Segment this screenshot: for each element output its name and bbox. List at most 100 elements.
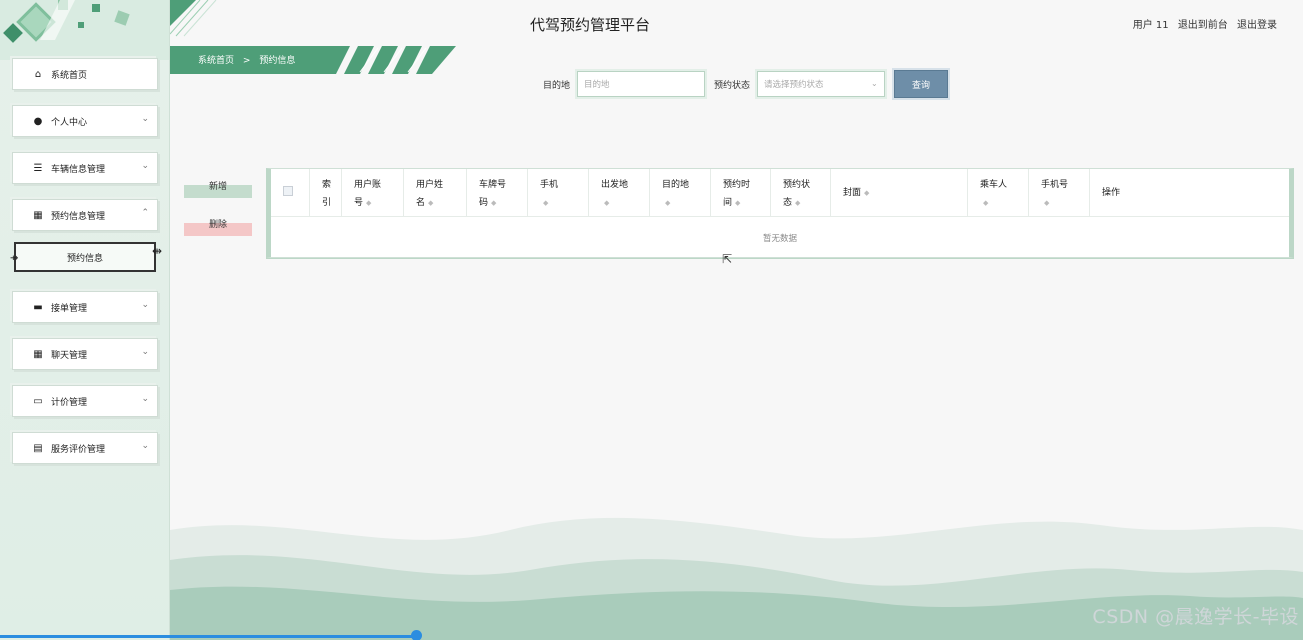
grid-icon: ▦ <box>33 209 43 221</box>
column-header-text: 预约状 <box>783 180 811 190</box>
video-progress-bar[interactable] <box>0 635 416 638</box>
column-header-text: 用户姓 <box>416 180 444 190</box>
sidebar-item-pricing-management[interactable]: ▭ 计价管理 ⌄ <box>12 385 158 417</box>
column-header-phone[interactable]: 手机 ◆ <box>528 169 589 217</box>
status-label: 预约状态 <box>714 81 751 91</box>
delete-button[interactable]: 删除 <box>184 212 252 236</box>
sort-icon: ◆ <box>795 199 801 207</box>
chevron-down-icon: ⌄ <box>141 114 149 124</box>
column-header-text: 态 <box>783 198 793 208</box>
sort-icon: ◆ <box>491 199 497 207</box>
column-header-text: 号 <box>354 198 364 208</box>
chevron-down-icon: ⌄ <box>141 347 149 357</box>
logout-link[interactable]: 退出登录 <box>1237 20 1277 31</box>
sidebar-item-service-review[interactable]: ▤ 服务评价管理 ⌄ <box>12 432 158 464</box>
column-header-text: 出发地 <box>601 180 629 190</box>
sidebar: ⌂ 系统首页 ● 个人中心 ⌄ ☰ 车辆信息管理 ⌄ ▦ 预约信息管理 ⌃ ⇸ … <box>0 0 170 640</box>
sidebar-item-vehicle-info[interactable]: ☰ 车辆信息管理 ⌄ <box>12 152 158 184</box>
sidebar-item-label: 个人中心 <box>51 117 88 128</box>
grid-icon: ▦ <box>33 348 43 360</box>
sidebar-item-home[interactable]: ⌂ 系统首页 <box>12 58 158 90</box>
booking-table: 索 引 用户账 号 ◆ 用户姓 名 ◆ 车牌号 码 ◆ 手机 ◆ 出发地 ◆ 目的地 … <box>266 168 1294 258</box>
column-header-plate-number[interactable]: 车牌号 码 ◆ <box>467 169 528 217</box>
column-header-user-account[interactable]: 用户账 号 ◆ <box>342 169 404 217</box>
video-progress-handle[interactable] <box>411 630 422 640</box>
sidebar-item-personal-center[interactable]: ● 个人中心 ⌄ <box>12 105 158 137</box>
clipboard-icon: ▤ <box>33 442 43 454</box>
column-header-passenger[interactable]: 乘车人 ◆ <box>968 169 1029 217</box>
sort-icon: ◆ <box>428 199 434 207</box>
column-header-text: 操作 <box>1102 188 1121 198</box>
header-decoration <box>170 0 217 37</box>
breadcrumb-home[interactable]: 系统首页 <box>198 56 234 66</box>
arrow-left-icon: ⇸ <box>10 253 19 264</box>
list-icon: ☰ <box>33 162 43 174</box>
table-header: 索 引 用户账 号 ◆ 用户姓 名 ◆ 车牌号 码 ◆ 手机 ◆ 出发地 ◆ 目的地 … <box>271 169 1289 217</box>
breadcrumb-separator: > <box>242 56 251 66</box>
current-user: 用户 11 <box>1132 20 1169 31</box>
column-header-text: 引 <box>322 198 332 208</box>
sort-icon: ◆ <box>1044 199 1050 207</box>
column-header-text: 车牌号 <box>479 180 507 190</box>
column-header-text: 用户账 <box>354 180 382 190</box>
column-header-text: 索 <box>322 180 332 190</box>
add-button[interactable]: 新增 <box>184 174 252 198</box>
watermark: CSDN @晨逸学长-毕设 <box>1092 606 1299 628</box>
column-header-text: 名 <box>416 198 426 208</box>
sidebar-item-label: 聊天管理 <box>51 350 88 361</box>
sidebar-item-order-management[interactable]: ▬ 接单管理 ⌄ <box>12 291 158 323</box>
status-select[interactable]: 请选择预约状态 <box>755 69 887 99</box>
chevron-down-icon: ⌄ <box>141 441 149 451</box>
logo-decoration <box>0 0 169 60</box>
sidebar-item-chat-management[interactable]: ▦ 聊天管理 ⌄ <box>12 338 158 370</box>
sidebar-item-label: 预约信息管理 <box>51 211 106 222</box>
sidebar-item-label: 系统首页 <box>51 70 88 81</box>
sort-icon: ◆ <box>543 199 549 207</box>
column-header-booking-time[interactable]: 预约时 间 ◆ <box>711 169 771 217</box>
column-header-text: 手机号 <box>1041 180 1069 190</box>
sort-icon: ◆ <box>665 199 671 207</box>
chevron-down-icon: ⌄ <box>141 300 149 310</box>
monitor-icon: ▬ <box>33 301 43 313</box>
chevron-down-icon: ⌄ <box>141 161 149 171</box>
destination-label: 目的地 <box>543 81 571 91</box>
home-icon: ⌂ <box>34 68 42 80</box>
sort-icon: ◆ <box>864 189 870 197</box>
column-header-phone-number[interactable]: 手机号 ◆ <box>1029 169 1090 217</box>
sidebar-subitem-label: 预约信息 <box>66 253 103 264</box>
sidebar-item-booking-management[interactable]: ▦ 预约信息管理 ⌃ <box>12 199 158 231</box>
chevron-up-icon: ⌃ <box>141 208 149 218</box>
column-header-cover[interactable]: 封面 ◆ <box>831 169 968 217</box>
breadcrumb-current: 预约信息 <box>259 56 296 66</box>
sidebar-item-label: 接单管理 <box>51 303 88 314</box>
user-links: 用户 11 退出到前台 退出登录 <box>1127 16 1277 31</box>
sidebar-item-label: 车辆信息管理 <box>51 164 106 175</box>
sort-icon: ◆ <box>983 199 989 207</box>
select-all-checkbox-cell <box>271 169 310 217</box>
sidebar-item-label: 服务评价管理 <box>51 444 106 455</box>
column-header-destination[interactable]: 目的地 ◆ <box>650 169 711 217</box>
sidebar-subitem-booking-info[interactable]: ⇸ 预约信息 ⇹ <box>10 242 162 272</box>
column-header-user-name[interactable]: 用户姓 名 ◆ <box>404 169 467 217</box>
column-header-index[interactable]: 索 引 <box>310 169 342 217</box>
column-header-text: 目的地 <box>662 180 690 190</box>
select-all-checkbox[interactable] <box>283 186 293 196</box>
sort-icon: ◆ <box>366 199 372 207</box>
column-header-text: 乘车人 <box>980 180 1008 190</box>
user-icon: ● <box>33 115 43 127</box>
exit-to-front-link[interactable]: 退出到前台 <box>1178 20 1228 31</box>
destination-input[interactable]: 目的地 <box>575 69 707 99</box>
column-header-text: 间 <box>723 198 733 208</box>
column-header-departure[interactable]: 出发地 ◆ <box>589 169 650 217</box>
sidebar-item-label: 计价管理 <box>51 397 88 408</box>
query-button[interactable]: 查询 <box>894 70 948 98</box>
column-header-text: 码 <box>479 198 489 208</box>
breadcrumb-text: 系统首页 > 预约信息 <box>198 53 301 66</box>
chevron-down-icon: ⌄ <box>141 394 149 404</box>
column-header-text: 预约时 <box>723 180 751 190</box>
sort-icon: ◆ <box>735 199 741 207</box>
breadcrumb: 系统首页 > 预约信息 <box>170 46 460 74</box>
column-header-actions: 操作 <box>1090 169 1289 217</box>
column-header-booking-status[interactable]: 预约状 态 ◆ <box>771 169 831 217</box>
table-empty-text: 暂无数据 <box>762 234 797 244</box>
